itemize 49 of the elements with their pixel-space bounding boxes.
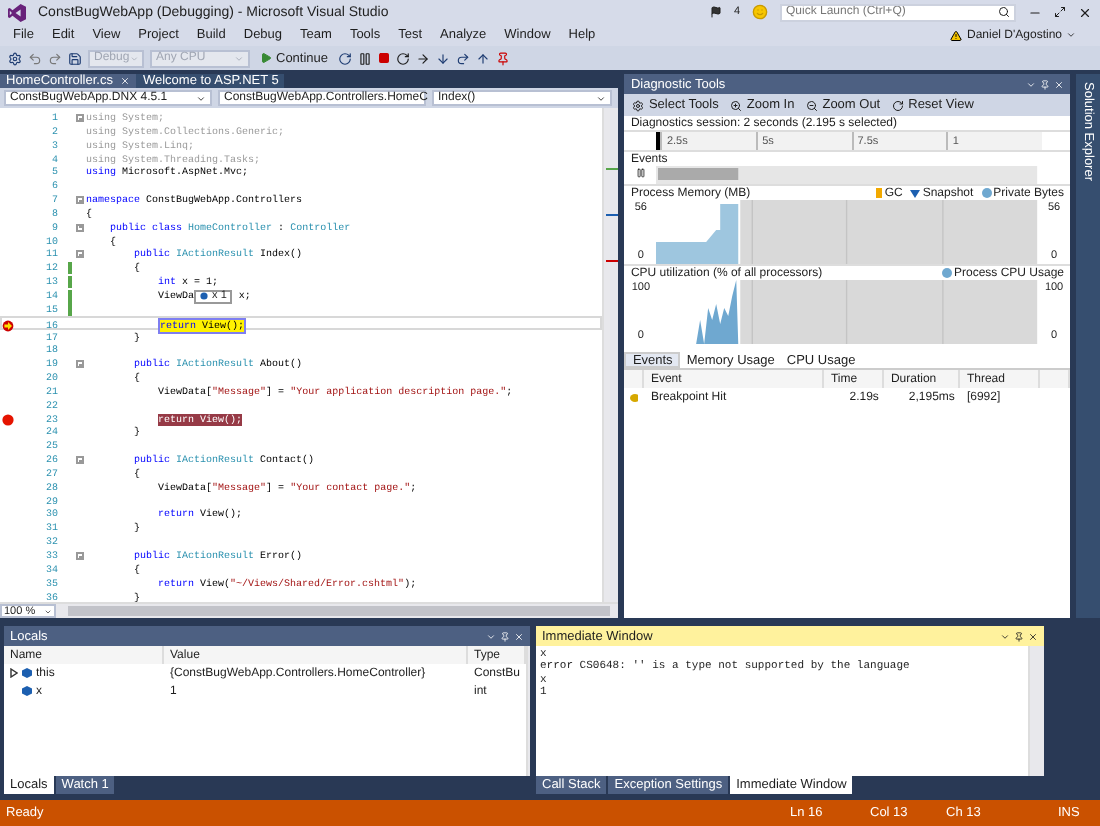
horizontal-scrollbar[interactable] bbox=[68, 606, 611, 617]
dot-icon bbox=[942, 268, 952, 278]
scrollbar[interactable] bbox=[526, 646, 530, 776]
collapse-icon[interactable] bbox=[76, 250, 84, 259]
close-icon[interactable] bbox=[1078, 5, 1092, 19]
dot-icon bbox=[981, 188, 992, 198]
collapse-icon[interactable] bbox=[76, 456, 84, 465]
collapse-icon[interactable] bbox=[76, 552, 84, 560]
collapse-icon[interactable] bbox=[76, 360, 84, 369]
reset-icon bbox=[892, 99, 905, 111]
redo-icon[interactable] bbox=[456, 51, 471, 65]
scrollbar[interactable] bbox=[602, 108, 619, 603]
restart-icon[interactable] bbox=[396, 51, 411, 65]
zoom-out-icon bbox=[806, 99, 819, 111]
app-logo-icon bbox=[8, 3, 26, 21]
caret-icon bbox=[129, 53, 138, 63]
refresh-icon[interactable] bbox=[338, 51, 353, 65]
pause-icon bbox=[635, 168, 646, 178]
caret-icon bbox=[596, 93, 606, 103]
caret-icon bbox=[234, 53, 244, 63]
stop-icon[interactable] bbox=[378, 52, 391, 64]
breakpoint-icon[interactable] bbox=[2, 413, 14, 426]
caret-icon[interactable] bbox=[1000, 631, 1010, 641]
pause-icon[interactable] bbox=[358, 51, 373, 65]
arrow-down-icon[interactable] bbox=[436, 51, 451, 65]
breakpoint-icon bbox=[630, 393, 639, 401]
expand-arrow-icon[interactable] bbox=[10, 668, 18, 678]
zoom-in-icon bbox=[730, 99, 743, 111]
collapse-icon[interactable] bbox=[76, 114, 84, 122]
caret-icon bbox=[1066, 30, 1076, 40]
search-icon bbox=[998, 6, 1010, 18]
save-icon[interactable] bbox=[68, 51, 82, 65]
arrow-up-icon[interactable] bbox=[476, 51, 491, 65]
triangle-icon bbox=[910, 189, 921, 197]
flag-icon bbox=[876, 188, 883, 198]
flag-icon[interactable] bbox=[709, 6, 722, 18]
pin-icon[interactable] bbox=[496, 51, 511, 65]
caret-icon bbox=[196, 93, 206, 103]
field-icon bbox=[200, 292, 209, 301]
collapse-icon[interactable] bbox=[76, 223, 84, 232]
scrollbar[interactable] bbox=[1028, 646, 1044, 776]
pin-icon[interactable] bbox=[1014, 631, 1024, 641]
arrow-right-icon[interactable] bbox=[416, 51, 431, 65]
undo-icon[interactable] bbox=[28, 51, 42, 65]
gear-icon bbox=[632, 99, 645, 111]
collapse-icon[interactable] bbox=[76, 196, 84, 205]
current-statement-icon[interactable] bbox=[2, 319, 14, 332]
warning-icon bbox=[950, 29, 963, 41]
play-icon bbox=[260, 52, 272, 64]
